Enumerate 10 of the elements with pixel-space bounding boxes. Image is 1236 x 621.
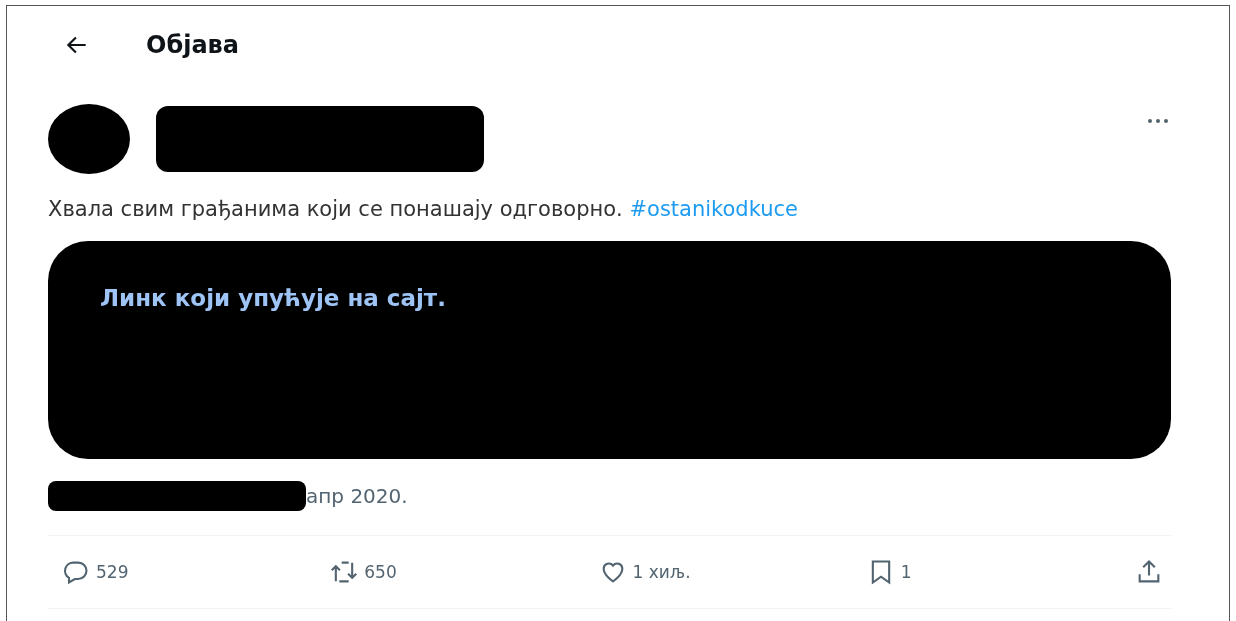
more-icon[interactable] <box>1145 117 1171 125</box>
link-card[interactable]: Линк који упућује на сајт. <box>48 241 1171 459</box>
action-count: 650 <box>364 562 397 582</box>
link-card-text: Линк који упућује на сајт. <box>100 285 446 311</box>
action-count: 1 хиљ. <box>632 562 691 582</box>
action-count: 529 <box>96 562 129 582</box>
action-count: 1 <box>900 562 912 582</box>
post-text: Хвала свим грађанима који се понашају одговорно. #ostanikodkuce <box>48 197 799 221</box>
post-date: апр 2020. <box>306 484 408 508</box>
page-title: Објава <box>146 31 239 59</box>
